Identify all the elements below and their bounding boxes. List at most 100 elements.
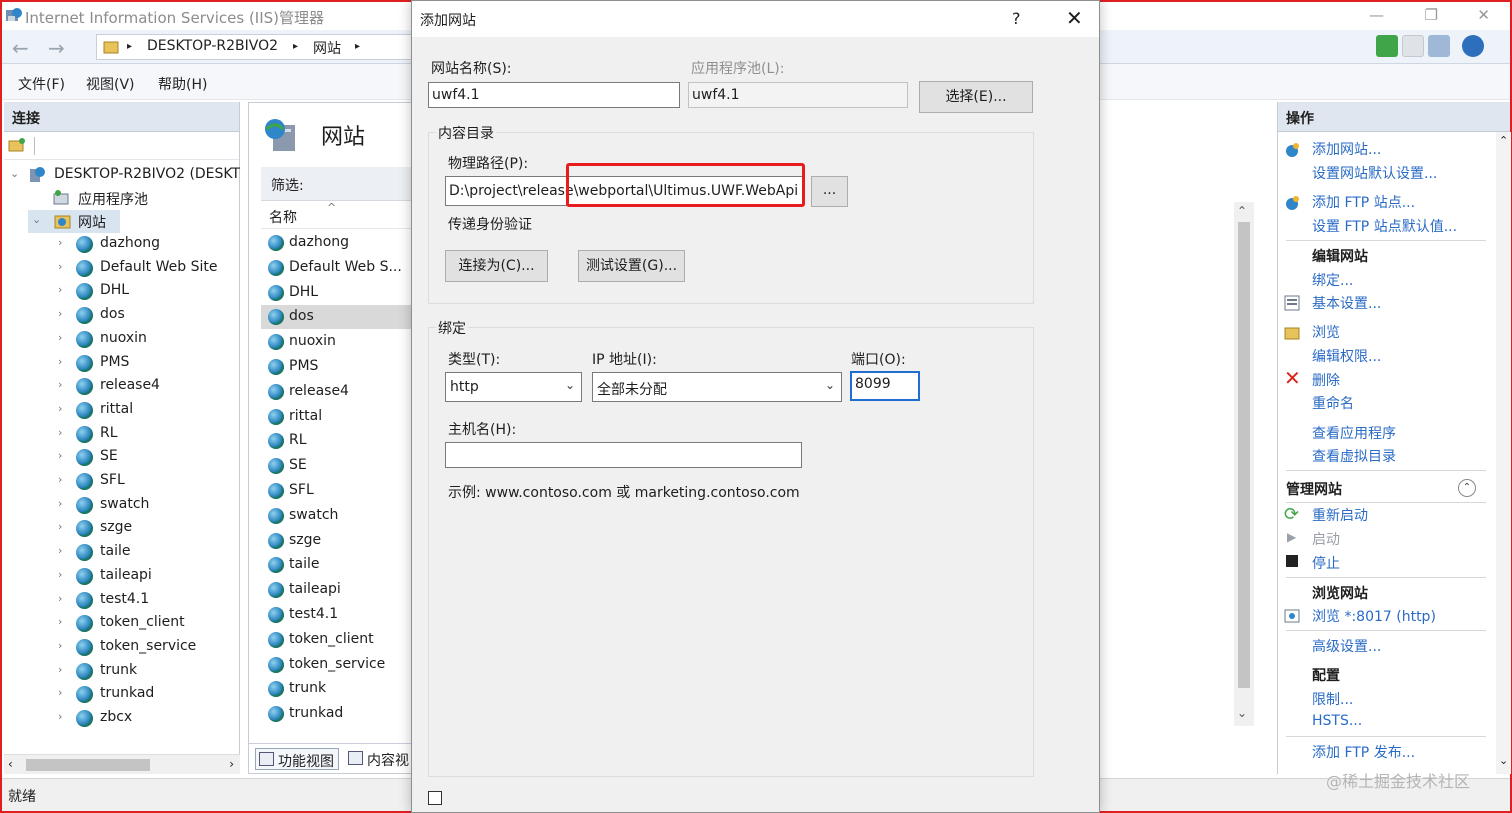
start-website-checkbox[interactable] (428, 791, 442, 805)
test-settings-button[interactable]: 测试设置(G)... (578, 250, 685, 282)
expand-arrow-icon[interactable]: › (58, 426, 62, 439)
ip-address-select[interactable]: 全部未分配 ⌄ (592, 372, 842, 402)
action-restart[interactable]: 重新启动 (1312, 505, 1368, 525)
tree-site-item[interactable]: › dazhong (54, 233, 234, 256)
expand-arrow-icon[interactable]: › (58, 236, 62, 249)
browse-path-button[interactable]: ... (811, 176, 848, 207)
actions-vscrollbar[interactable]: ⌃ ⌄ (1496, 132, 1511, 774)
maximize-button[interactable]: ❐ (1425, 6, 1438, 24)
action-add-ftp[interactable]: 添加 FTP 站点... (1312, 192, 1415, 212)
menu-file[interactable]: 文件(F) (18, 74, 65, 94)
tree-site-item[interactable]: › trunk (54, 660, 234, 683)
column-header-name[interactable]: 名称 ^ (261, 201, 415, 229)
expand-arrow-icon[interactable]: › (58, 473, 62, 486)
stop-icon[interactable] (1402, 35, 1424, 57)
tree-site-item[interactable]: › trunkad (54, 683, 234, 706)
collapse-section-button[interactable]: ⌃ (1458, 479, 1476, 497)
list-item[interactable]: DHL (261, 281, 415, 305)
scroll-down-icon[interactable]: ⌄ (1499, 754, 1508, 767)
expand-arrow-icon[interactable]: › (58, 544, 62, 557)
tree-site-item[interactable]: › szge (54, 517, 234, 540)
list-item[interactable]: token_service (261, 653, 415, 677)
list-item[interactable]: token_client (261, 628, 415, 652)
tree-site-item[interactable]: › DHL (54, 280, 234, 303)
action-hsts[interactable]: HSTS... (1312, 713, 1362, 729)
tree-site-item[interactable]: › taileapi (54, 565, 234, 588)
list-item[interactable]: dos (261, 305, 415, 330)
tree-site-item[interactable]: › Default Web Site (54, 257, 234, 280)
tree-site-item[interactable]: › taile (54, 541, 234, 564)
expand-arrow-icon[interactable]: › (58, 355, 62, 368)
list-item[interactable]: trunk (261, 677, 415, 701)
list-item[interactable]: SFL (261, 479, 415, 503)
expand-arrow-icon[interactable]: › (58, 639, 62, 652)
action-browse[interactable]: 浏览 (1312, 322, 1340, 342)
action-add-site[interactable]: 添加网站... (1312, 139, 1381, 159)
tree-site-item[interactable]: › dos (54, 304, 234, 327)
connect-icon[interactable] (8, 137, 26, 153)
action-site-defaults[interactable]: 设置网站默认设置... (1312, 163, 1437, 183)
action-limits[interactable]: 限制... (1312, 689, 1353, 709)
sites-vscrollbar[interactable]: ⌃ ⌄ (1234, 202, 1254, 726)
connections-hscrollbar[interactable]: ‹ › (4, 754, 240, 774)
list-item[interactable]: szge (261, 529, 415, 553)
breadcrumb-server[interactable]: DESKTOP-R2BIVO2 (147, 38, 278, 54)
tab-features-view[interactable]: 功能视图 (255, 748, 339, 770)
list-item[interactable]: taileapi (261, 578, 415, 602)
expand-arrow-icon[interactable]: › (58, 402, 62, 415)
tab-content-view[interactable]: 内容视 (345, 748, 413, 770)
expand-arrow-icon[interactable]: › (58, 283, 62, 296)
expand-arrow-icon[interactable]: › (58, 686, 62, 699)
collapse-arrow-icon[interactable]: ⌄ (10, 167, 19, 180)
list-item[interactable]: rittal (261, 405, 415, 429)
scroll-up-icon[interactable]: ⌃ (1237, 204, 1247, 218)
expand-arrow-icon[interactable]: › (58, 615, 62, 628)
help-button[interactable]: ? (1012, 9, 1021, 28)
scroll-left-icon[interactable]: ‹ (8, 757, 13, 771)
minimize-button[interactable]: — (1369, 6, 1384, 24)
tree-site-item[interactable]: › token_service (54, 636, 234, 659)
select-app-pool-button[interactable]: 选择(E)... (919, 81, 1033, 113)
menu-help[interactable]: 帮助(H) (158, 74, 207, 94)
menu-view[interactable]: 视图(V) (86, 74, 135, 94)
expand-arrow-icon[interactable]: › (58, 497, 62, 510)
list-item[interactable]: nuoxin (261, 330, 415, 354)
list-item[interactable]: taile (261, 553, 415, 577)
action-edit-permissions[interactable]: 编辑权限... (1312, 346, 1381, 366)
back-button[interactable]: ← (12, 36, 29, 60)
action-browse-8017[interactable]: 浏览 *:8017 (http) (1312, 606, 1436, 626)
tree-site-item[interactable]: › SFL (54, 470, 234, 493)
action-rename[interactable]: 重命名 (1312, 393, 1354, 413)
scroll-down-icon[interactable]: ⌄ (1237, 706, 1247, 720)
tree-site-item[interactable]: › rittal (54, 399, 234, 422)
host-name-input[interactable] (445, 442, 802, 468)
action-bindings[interactable]: 绑定... (1312, 270, 1353, 290)
breadcrumb[interactable]: ▸ DESKTOP-R2BIVO2 ▸ 网站 ▸ (96, 34, 414, 60)
expand-arrow-icon[interactable]: › (58, 378, 62, 391)
action-add-ftp-publish[interactable]: 添加 FTP 发布... (1312, 742, 1415, 762)
tree-site-item[interactable]: › swatch (54, 494, 234, 517)
expand-arrow-icon[interactable]: › (58, 592, 62, 605)
close-window-button[interactable]: ✕ (1477, 6, 1490, 24)
list-item[interactable]: PMS (261, 355, 415, 379)
list-item[interactable]: trunkad (261, 702, 415, 726)
action-ftp-defaults[interactable]: 设置 FTP 站点默认值... (1312, 216, 1457, 236)
expand-arrow-icon[interactable]: › (58, 307, 62, 320)
list-item[interactable]: Default Web S... (261, 256, 415, 280)
expand-arrow-icon[interactable]: › (58, 331, 62, 344)
connect-as-button[interactable]: 连接为(C)... (445, 250, 548, 282)
collapse-arrow-icon[interactable]: ⌄ (32, 213, 41, 226)
expand-arrow-icon[interactable]: › (58, 260, 62, 273)
breadcrumb-sites[interactable]: 网站 (313, 38, 341, 58)
tree-site-item[interactable]: › release4 (54, 375, 234, 398)
tree-site-item[interactable]: › nuoxin (54, 328, 234, 351)
action-view-applications[interactable]: 查看应用程序 (1312, 423, 1396, 443)
site-name-input[interactable]: uwf4.1 (428, 82, 680, 108)
port-input[interactable]: 8099 (850, 371, 920, 401)
list-item[interactable]: swatch (261, 504, 415, 528)
tree-site-item[interactable]: › PMS (54, 352, 234, 375)
list-item[interactable]: release4 (261, 380, 415, 404)
list-item[interactable]: RL (261, 429, 415, 453)
action-advanced-settings[interactable]: 高级设置... (1312, 636, 1381, 656)
scroll-up-icon[interactable]: ⌃ (1499, 134, 1508, 147)
